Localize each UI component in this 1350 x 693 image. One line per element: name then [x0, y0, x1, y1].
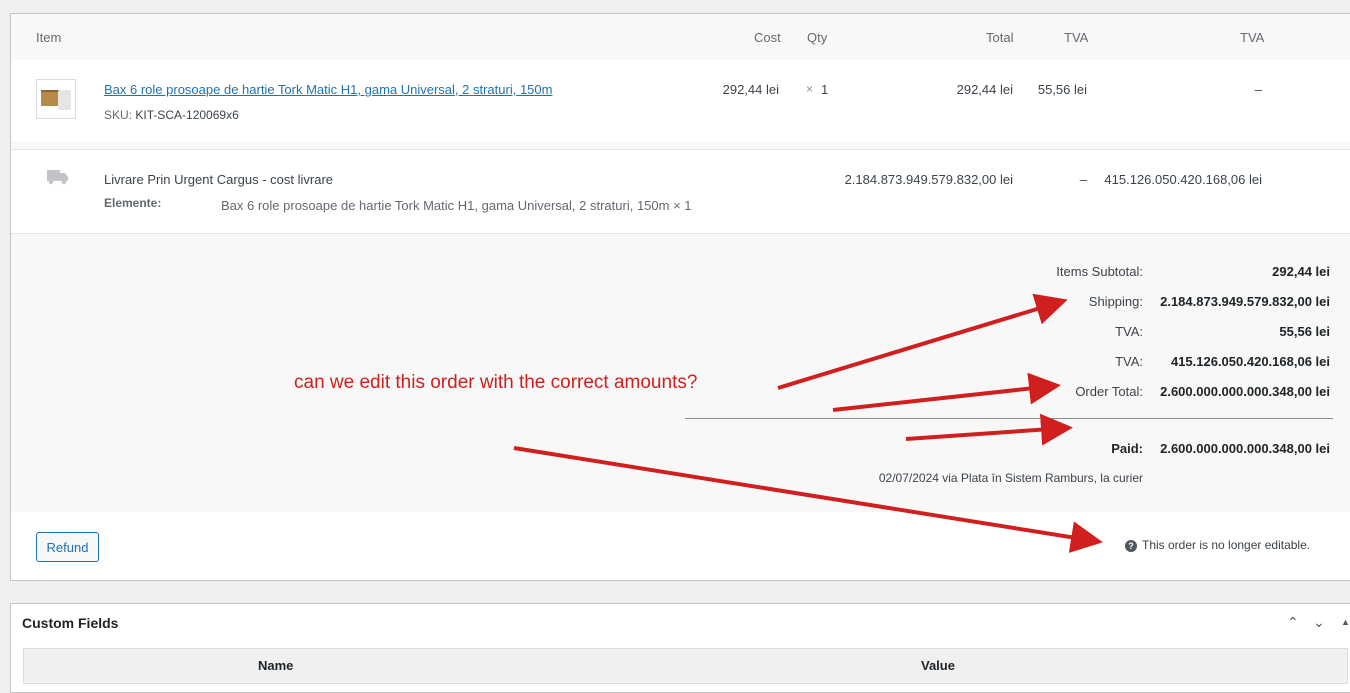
payment-note: 02/07/2024 via Plata în Sistem Ramburs, … — [878, 471, 1143, 485]
annotation-text: can we edit this order with the correct … — [294, 372, 698, 393]
shipping-method-name: Livrare Prin Urgent Cargus - cost livrar… — [104, 172, 334, 187]
not-editable-notice: This order is no longer editable. — [1142, 538, 1311, 552]
order-actions: Refund ? This order is no longer editabl… — [11, 512, 1350, 580]
truck-icon — [47, 170, 68, 185]
shipping-total-label: Shipping: — [1088, 294, 1143, 309]
sku-label: SKU: — [104, 108, 133, 122]
order-total-label: Order Total: — [1075, 384, 1143, 399]
product-total: 292,44 lei — [956, 82, 1013, 97]
shipping-items-value: Bax 6 role prosoape de hartie Tork Matic… — [221, 198, 692, 213]
col-tva-1: TVA — [1064, 30, 1089, 45]
col-total: Total — [986, 30, 1014, 45]
custom-fields-table-header: Name Value — [23, 648, 1348, 684]
help-icon[interactable]: ? — [1125, 540, 1137, 552]
product-qty: 1 — [821, 82, 829, 97]
order-items-panel: Item Cost Qty Total TVA TVA Bax 6 role p… — [10, 13, 1350, 581]
col-value: Value — [921, 658, 955, 673]
order-total-value: 2.600.000.000.000.348,00 lei — [1160, 384, 1330, 399]
items-subtotal-value: 292,44 lei — [1272, 264, 1330, 279]
product-tva-1: 55,56 lei — [1037, 82, 1087, 97]
row-separator — [11, 142, 1350, 150]
product-cost: 292,44 lei — [722, 82, 779, 97]
tva-2-value: 415.126.050.420.168,06 lei — [1170, 354, 1330, 369]
paid-value: 2.600.000.000.000.348,00 lei — [1160, 441, 1330, 456]
shipping-tva-1: – — [1079, 172, 1087, 187]
toggle-panel-icon[interactable]: ▲ — [1341, 617, 1350, 627]
move-down-icon[interactable]: ⌄ — [1313, 614, 1325, 631]
qty-times-symbol: × — [806, 82, 814, 96]
custom-fields-title: Custom Fields — [22, 615, 119, 631]
shipping-total-value: 2.184.873.949.579.832,00 lei — [1160, 294, 1330, 309]
shipping-items-label: Elemente: — [104, 196, 162, 210]
sku-value: KIT-SCA-120069x6 — [135, 108, 239, 122]
col-name: Name — [258, 658, 294, 673]
tva-1-value: 55,56 lei — [1279, 324, 1330, 339]
shipping-total: 2.184.873.949.579.832,00 lei — [844, 172, 1013, 187]
col-item: Item — [36, 30, 62, 45]
col-qty: Qty — [807, 30, 828, 45]
product-sku: SKU: KIT-SCA-120069x6 — [104, 108, 239, 122]
shipping-tva-2: 415.126.050.420.168,06 lei — [1104, 172, 1262, 187]
col-cost: Cost — [754, 30, 781, 45]
refund-button[interactable]: Refund — [36, 532, 99, 562]
tva-2-label: TVA: — [1115, 354, 1143, 369]
items-subtotal-label: Items Subtotal: — [1056, 264, 1143, 279]
shipping-row: Livrare Prin Urgent Cargus - cost livrar… — [11, 150, 1350, 233]
custom-fields-panel: Custom Fields ⌃ ⌄ ▲ Name Value — [10, 603, 1350, 693]
paid-label: Paid: — [1111, 441, 1143, 456]
totals-divider — [685, 418, 1333, 419]
line-item-row: Bax 6 role prosoape de hartie Tork Matic… — [11, 60, 1350, 143]
items-table-header: Item Cost Qty Total TVA TVA — [11, 14, 1350, 60]
product-link[interactable]: Bax 6 role prosoape de hartie Tork Matic… — [104, 82, 552, 97]
product-thumbnail[interactable] — [36, 79, 76, 119]
tva-1-label: TVA: — [1115, 324, 1143, 339]
col-tva-2: TVA — [1240, 30, 1265, 45]
product-tva-2: – — [1254, 82, 1262, 97]
move-up-icon[interactable]: ⌃ — [1287, 614, 1299, 631]
